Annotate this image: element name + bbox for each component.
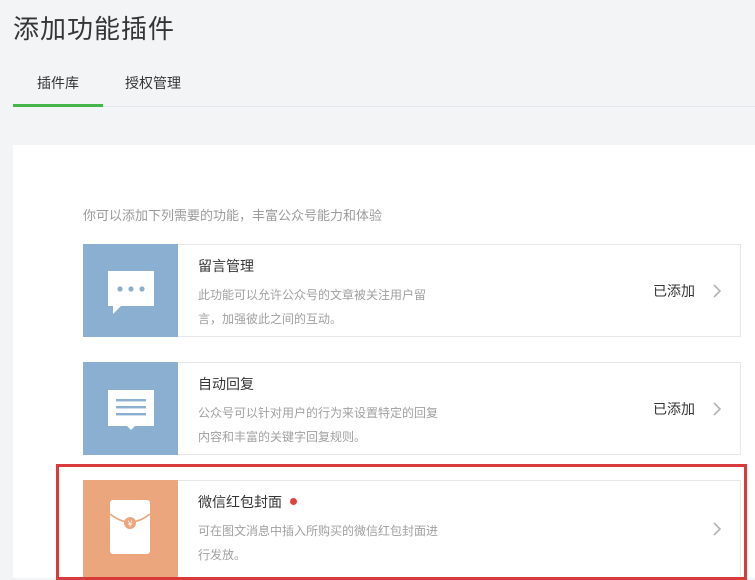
plugin-thumbnail	[83, 362, 178, 455]
tab-authorization-management[interactable]: 授权管理	[113, 64, 193, 104]
plugin-status-added: 已添加	[653, 284, 695, 300]
message-lines-icon	[108, 390, 154, 430]
plugin-name-text: 微信红包封面	[198, 495, 282, 511]
plugin-status-added: 已添加	[653, 402, 695, 418]
chevron-right-icon[interactable]	[709, 519, 725, 539]
plugin-description: 可在图文消息中插入所购买的微信红包封面进行发放。	[198, 524, 439, 562]
plugin-description: 此功能可以允许公众号的文章被关注用户留言，加强彼此之间的互动。	[198, 288, 427, 326]
speech-bubble-icon	[108, 271, 154, 314]
svg-text:¥: ¥	[127, 520, 132, 529]
plugin-name: 微信红包封面	[198, 493, 297, 513]
plugin-description: 公众号可以针对用户的行为来设置特定的回复内容和丰富的关键字回复规则。	[198, 406, 439, 444]
page-title: 添加功能插件	[13, 15, 176, 45]
plugin-card-comment-management[interactable]: 留言管理 此功能可以允许公众号的文章被关注用户留言，加强彼此之间的互动。 已添加	[83, 244, 741, 337]
plugin-name: 自动回复	[198, 377, 254, 393]
red-envelope-icon: ¥	[109, 500, 151, 554]
panel-intro-text: 你可以添加下列需要的功能，丰富公众号能力和体验	[83, 209, 383, 224]
new-indicator-dot	[290, 498, 297, 505]
plugin-card-red-envelope-cover[interactable]: ¥ 微信红包封面 可在图文消息中插入所购买的微信红包封面进行发放。	[83, 480, 741, 579]
plugin-card-auto-reply[interactable]: 自动回复 公众号可以针对用户的行为来设置特定的回复内容和丰富的关键字回复规则。 …	[83, 362, 741, 455]
tab-plugin-library[interactable]: 插件库	[13, 64, 103, 107]
plugin-thumbnail: ¥	[83, 480, 178, 579]
plugin-name: 留言管理	[198, 259, 254, 275]
chevron-right-icon[interactable]	[709, 399, 725, 419]
plugin-thumbnail	[83, 244, 178, 337]
chevron-right-icon[interactable]	[709, 281, 725, 301]
tab-bar: 插件库 授权管理	[13, 64, 755, 107]
